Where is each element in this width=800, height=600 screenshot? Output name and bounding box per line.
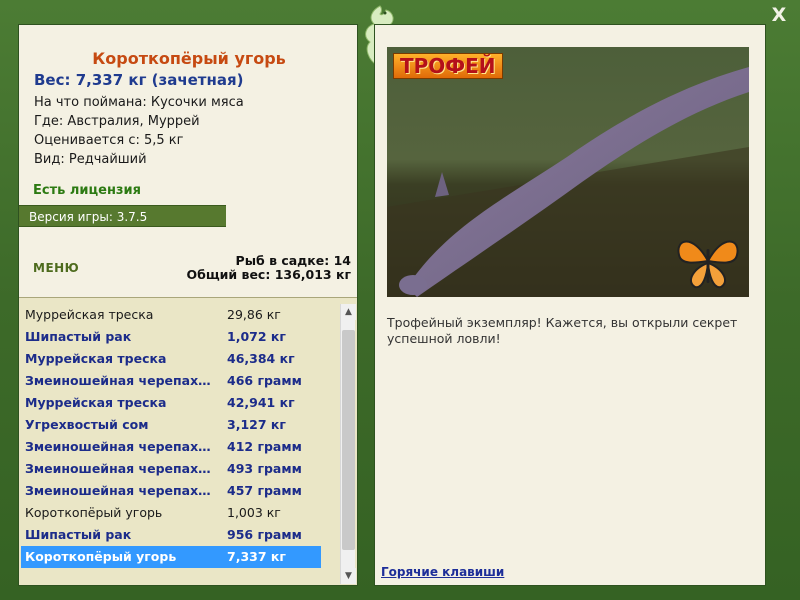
catch-name: Шипастый рак	[25, 329, 132, 344]
fish-photo: ТРОФЕЙ	[387, 47, 749, 297]
close-button[interactable]: X	[768, 4, 790, 26]
hotkeys-link[interactable]: Горячие клавиши	[381, 565, 504, 579]
catch-weight: 1,003 кг	[227, 505, 281, 520]
catch-list-row[interactable]: Змеиношейная черепах… 457 грамм	[21, 480, 321, 502]
catch-name: Шипастый рак	[25, 527, 132, 542]
catch-weight: 1,072 кг	[227, 329, 286, 344]
window-frame: X Короткопёрый угорь Вес: 7,337 кг (заче…	[0, 0, 800, 600]
trophy-panel: ТРОФЕЙ Трофейный экземпляр! Кажется, вы …	[374, 24, 766, 586]
trophy-badge: ТРОФЕЙ	[393, 53, 503, 79]
fish-weight: Вес: 7,337 кг (зачетная)	[34, 71, 244, 89]
catch-name: Муррейская треска	[25, 395, 167, 410]
scroll-thumb[interactable]	[342, 330, 355, 550]
catch-list-row[interactable]: Муррейская треска 46,384 кг	[21, 348, 321, 370]
keep-net-count: Рыб в садке: 14	[235, 253, 351, 268]
catch-list-row[interactable]: Короткопёрый угорь 1,003 кг	[21, 502, 321, 524]
butterfly-icon	[677, 240, 739, 289]
version-bar: Версия игры: 3.7.5	[19, 205, 226, 227]
catch-weight: 493 грамм	[227, 461, 302, 476]
total-weight: Общий вес: 136,013 кг	[186, 267, 352, 282]
catch-weight: 466 грамм	[227, 373, 302, 388]
catch-name: Угрехвостый сом	[25, 417, 149, 432]
catch-list-row[interactable]: Муррейская треска 29,86 кг	[21, 304, 321, 326]
scroll-down-arrow-icon[interactable]: ▼	[341, 568, 356, 584]
catch-name: Муррейская треска	[25, 307, 154, 322]
rated-from-info: Оценивается с: 5,5 кг	[34, 133, 184, 148]
catch-weight: 42,941 кг	[227, 395, 295, 410]
menu-button[interactable]: МЕНЮ	[33, 261, 79, 275]
catch-weight: 46,384 кг	[227, 351, 295, 366]
catch-weight: 457 грамм	[227, 483, 302, 498]
catch-name: Муррейская треска	[25, 351, 167, 366]
catch-name: Змеиношейная черепах…	[25, 439, 211, 454]
catch-name: Змеиношейная черепах…	[25, 373, 211, 388]
catch-name: Змеиношейная черепах…	[25, 461, 211, 476]
catch-list-row[interactable]: Змеиношейная черепах… 493 грамм	[21, 458, 321, 480]
catch-list-row[interactable]: Угрехвостый сом 3,127 кг	[21, 414, 321, 436]
species-rarity-info: Вид: Редчайший	[34, 152, 147, 167]
list-scrollbar[interactable]: ▲ ▼	[340, 304, 356, 584]
catch-list-row[interactable]: Змеиношейная черепах… 466 грамм	[21, 370, 321, 392]
catch-weight: 3,127 кг	[227, 417, 286, 432]
fish-info-panel: Короткопёрый угорь Вес: 7,337 кг (зачетн…	[18, 24, 358, 586]
catch-list-row[interactable]: Шипастый рак 956 грамм	[21, 524, 321, 546]
catch-list-row[interactable]: Змеиношейная черепах… 412 грамм	[21, 436, 321, 458]
catch-list-row[interactable]: Шипастый рак 1,072 кг	[21, 326, 321, 348]
catch-list-row[interactable]: Муррейская треска 42,941 кг	[21, 392, 321, 414]
catch-weight: 7,337 кг	[227, 549, 286, 564]
fish-title: Короткопёрый угорь	[92, 49, 286, 68]
bait-info: На что поймана: Кусочки мяса	[34, 95, 244, 110]
catch-weight: 29,86 кг	[227, 307, 281, 322]
license-status: Есть лицензия	[33, 183, 141, 198]
catch-name: Короткопёрый угорь	[25, 505, 163, 520]
catch-name: Короткопёрый угорь	[25, 549, 177, 564]
scroll-up-arrow-icon[interactable]: ▲	[341, 304, 356, 320]
catch-list-row[interactable]: Короткопёрый угорь 7,337 кг	[21, 546, 321, 568]
trophy-caption: Трофейный экземпляр! Кажется, вы открыли…	[387, 315, 738, 346]
close-icon: X	[771, 4, 787, 26]
location-info: Где: Австралия, Муррей	[34, 114, 200, 129]
catch-name: Змеиношейная черепах…	[25, 483, 211, 498]
catch-list: Муррейская треска 29,86 кг Шипастый рак 1,0…	[19, 297, 357, 585]
catch-weight: 412 грамм	[227, 439, 302, 454]
catch-weight: 956 грамм	[227, 527, 302, 542]
